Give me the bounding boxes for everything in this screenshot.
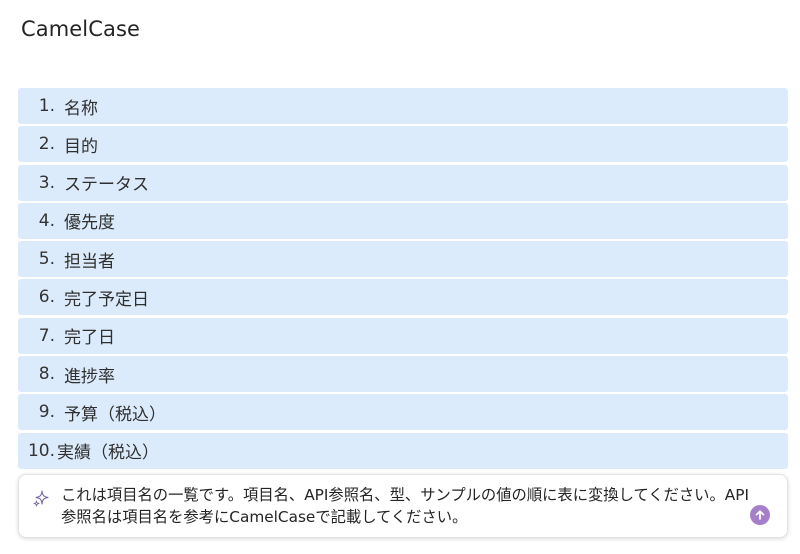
list-item-number: 6.	[38, 287, 55, 308]
list-item-number: 1.	[38, 96, 55, 116]
list-item-label: ステータス	[64, 175, 149, 196]
list-item-label: 完了予定日	[64, 289, 149, 310]
list-item: 8. 進捗率	[18, 356, 788, 393]
list-item-label: 優先度	[64, 213, 115, 234]
list-item-number: 8.	[38, 364, 55, 385]
chat-input-box[interactable]: これは項目名の一覧です。項目名、API参照名、型、サンプルの値の順に表に変換して…	[18, 474, 788, 538]
sparkle-icon	[33, 489, 49, 507]
list-item: 2. 目的	[18, 126, 788, 163]
list-item-number: 9.	[38, 402, 55, 423]
list-item-label: 担当者	[64, 251, 115, 272]
list-item: 1. 名称	[18, 88, 788, 124]
list-item-number: 10.	[27, 440, 55, 461]
list-item-number: 5.	[38, 249, 55, 270]
list-item: 4. 優先度	[18, 202, 788, 239]
list-item-number: 4.	[38, 210, 55, 231]
send-button[interactable]	[750, 505, 770, 525]
send-arrow-up-icon	[755, 510, 765, 520]
list-item: 6. 完了予定日	[18, 279, 788, 316]
list-item-label: 目的	[64, 136, 98, 157]
list-item-number: 3.	[38, 172, 55, 193]
item-name-list: 1. 名称 2. 目的 3. ステータス 4. 優先度 5. 担当者 6. 完了…	[18, 88, 788, 471]
list-item: 7. 完了日	[18, 317, 788, 354]
page-title: CamelCase	[21, 17, 141, 41]
list-item: 9. 予算（税込）	[18, 394, 788, 431]
list-item-label: 完了日	[64, 328, 115, 349]
list-item-number: 2.	[38, 134, 55, 155]
list-item-label: 予算（税込）	[64, 404, 166, 425]
list-item: 5. 担当者	[18, 241, 788, 278]
list-item-number: 7.	[38, 325, 55, 346]
list-item-label: 進捗率	[64, 366, 115, 387]
list-item-label: 名称	[64, 98, 98, 119]
list-item-label: 実績（税込）	[57, 443, 159, 464]
list-item: 3. ステータス	[18, 164, 788, 201]
chat-message-text[interactable]: これは項目名の一覧です。項目名、API参照名、型、サンプルの値の順に表に変換して…	[61, 484, 751, 528]
list-item: 10. 実績（税込）	[18, 432, 788, 469]
